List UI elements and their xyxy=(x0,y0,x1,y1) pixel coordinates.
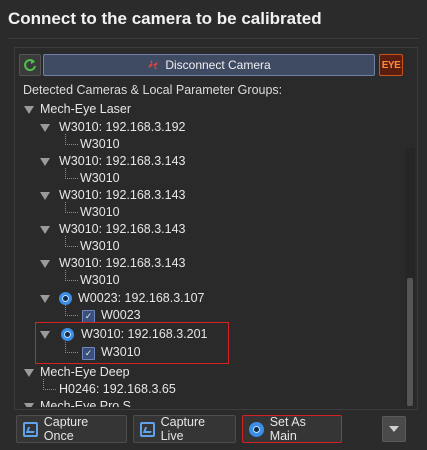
toolbar: Disconnect Camera EYE xyxy=(19,54,413,78)
tree-group-label: Mech-Eye Laser xyxy=(40,102,132,116)
tree-header: Detected Cameras & Local Parameter Group… xyxy=(23,83,283,97)
tree-connector xyxy=(65,236,78,247)
tree-scroll-thumb[interactable] xyxy=(407,278,413,406)
unlink-icon xyxy=(148,60,159,70)
expand-arrow-icon xyxy=(40,124,50,132)
tree-connector xyxy=(65,202,78,213)
title-divider xyxy=(8,38,419,39)
refresh-button[interactable] xyxy=(19,54,41,76)
expand-arrow-icon xyxy=(40,260,50,268)
expand-arrow-icon xyxy=(40,226,50,234)
live-image-icon xyxy=(140,421,155,437)
set-as-main-button[interactable]: Set As Main xyxy=(242,415,342,443)
param-label: W3010 xyxy=(80,273,120,287)
tree-connector xyxy=(65,134,78,145)
param-label: W3010 xyxy=(80,171,120,185)
tree-connector xyxy=(65,305,78,316)
set-as-main-label: Set As Main xyxy=(269,415,306,443)
tree-connector xyxy=(65,270,78,281)
capture-live-label: Capture Live xyxy=(160,415,206,443)
more-options-dropdown[interactable] xyxy=(382,416,406,442)
camera-panel: Disconnect Camera EYE Detected Cameras &… xyxy=(14,47,418,410)
expand-arrow-icon xyxy=(40,295,50,303)
page-title: Connect to the camera to be calibrated xyxy=(8,9,322,28)
tree-connector xyxy=(43,379,56,390)
camera-icon xyxy=(249,421,264,437)
param-label: W3010 xyxy=(80,137,120,151)
param-label: W3010 xyxy=(80,239,120,253)
camera-label: H0246: 192.168.3.65 xyxy=(59,382,176,396)
bottom-action-bar: Capture Once Capture Live Set As Main xyxy=(0,410,427,450)
expand-arrow-icon xyxy=(40,158,50,166)
param-label: W3010 xyxy=(80,205,120,219)
capture-once-label: Capture Once xyxy=(43,415,89,443)
eye-label: EYE xyxy=(381,59,401,71)
expand-arrow-icon xyxy=(40,192,50,200)
expand-arrow-icon xyxy=(24,403,34,407)
expand-arrow-icon xyxy=(24,106,34,114)
refresh-icon xyxy=(24,59,36,72)
capture-once-button[interactable]: Capture Once xyxy=(16,415,127,443)
capture-live-button[interactable]: Capture Live xyxy=(133,415,236,443)
camera-connected-icon xyxy=(59,292,72,305)
disconnect-label: Disconnect Camera xyxy=(165,58,271,72)
camera-tree: Mech-Eye Laser W3010: 192.168.3.192 W301… xyxy=(15,101,400,407)
tree-connector xyxy=(65,168,78,179)
expand-arrow-icon xyxy=(24,369,34,377)
selection-highlight xyxy=(35,322,229,364)
tree-group-label: Mech-Eye Pro S xyxy=(40,399,132,407)
chevron-down-icon xyxy=(389,426,399,432)
image-icon xyxy=(23,421,38,437)
eye-viewer-button[interactable]: EYE xyxy=(379,54,403,76)
disconnect-camera-button[interactable]: Disconnect Camera xyxy=(43,54,375,76)
camera-label: W0023: 192.168.3.107 xyxy=(78,291,205,305)
